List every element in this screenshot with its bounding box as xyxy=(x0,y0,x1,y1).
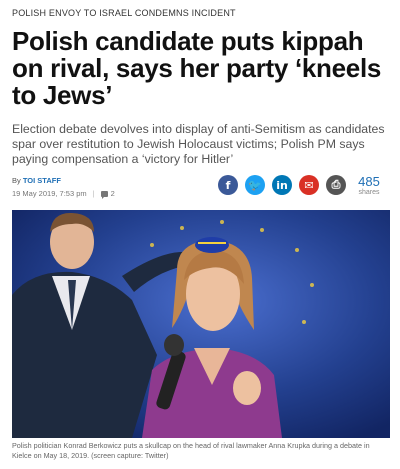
comments-link[interactable]: 2 xyxy=(100,189,115,199)
twitter-share-button[interactable]: 🐦 xyxy=(245,175,265,195)
article-subhead: Election debate devolves into display of… xyxy=(12,122,385,166)
share-bar: f 🐦 in ✉ ⎙ xyxy=(218,175,346,195)
share-count-number: 485 xyxy=(358,174,380,189)
share-count-label: shares xyxy=(358,189,380,196)
debate-photo-image xyxy=(12,210,390,438)
facebook-share-button[interactable]: f xyxy=(218,175,238,195)
byline-prefix: By xyxy=(12,176,21,185)
photo-caption: Polish politician Konrad Berkowicz puts … xyxy=(12,441,370,460)
email-icon: ✉ xyxy=(304,178,314,192)
linkedin-icon: in xyxy=(276,178,288,192)
comment-icon xyxy=(100,190,108,199)
email-share-button[interactable]: ✉ xyxy=(299,175,319,195)
print-share-button[interactable]: ⎙ xyxy=(326,175,346,195)
article-photo[interactable] xyxy=(12,210,390,438)
comment-count: 2 xyxy=(110,189,115,198)
facebook-icon: f xyxy=(225,178,231,192)
byline: By TOI STAFF xyxy=(12,176,61,185)
share-count: 485 shares xyxy=(352,175,386,197)
article-headline: Polish candidate puts kippah on rival, s… xyxy=(12,26,382,110)
author-link[interactable]: TOI STAFF xyxy=(23,176,61,185)
linkedin-share-button[interactable]: in xyxy=(272,175,292,195)
publish-date: 19 May 2019, 7:53 pm xyxy=(12,189,87,198)
meta-separator: | xyxy=(92,189,95,198)
article-kicker: POLISH ENVOY TO ISRAEL CONDEMNS INCIDENT xyxy=(12,8,236,18)
print-icon: ⎙ xyxy=(331,178,341,191)
twitter-icon: 🐦 xyxy=(248,178,262,192)
article-meta: 19 May 2019, 7:53 pm | 2 xyxy=(12,189,115,199)
